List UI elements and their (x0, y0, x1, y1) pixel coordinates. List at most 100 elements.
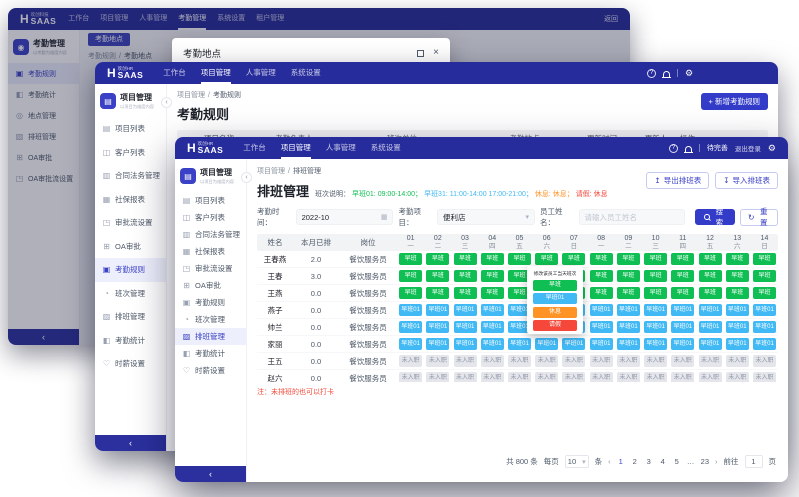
shift-chip[interactable]: 早班 (590, 287, 613, 299)
collapse-trigger-icon[interactable]: ‹ (241, 172, 252, 183)
nav-item[interactable]: 系统设置 (371, 137, 401, 159)
shift-chip[interactable]: 早班01 (454, 338, 477, 350)
shift-chip[interactable]: 未入职 (508, 355, 531, 367)
next-page-button[interactable]: › (715, 457, 718, 466)
shift-chip[interactable]: 早班 (590, 253, 613, 265)
shift-chip[interactable]: 早班01 (699, 338, 722, 350)
shift-chip[interactable]: 未入职 (590, 355, 613, 367)
sidebar-item[interactable]: ▣ 考勤规则 (175, 294, 246, 311)
shift-chip[interactable]: 早班01 (399, 304, 422, 316)
sidebar-item[interactable]: ◔ 班次管理 (175, 311, 246, 328)
page-number[interactable]: 4 (659, 457, 667, 466)
shift-chip[interactable]: 未入职 (644, 372, 667, 382)
shift-chip[interactable]: 未入职 (753, 372, 776, 382)
shift-chip[interactable]: 早班01 (644, 338, 667, 350)
shift-chip[interactable]: 早班 (481, 253, 504, 265)
shift-option[interactable]: 请假 (533, 320, 577, 331)
add-attendance-rule-button[interactable]: + 新增考勤规则 (701, 93, 768, 110)
shift-chip[interactable]: 早班 (399, 287, 422, 299)
app-logo[interactable]: H 欢创HR SAAS (187, 141, 223, 155)
shift-chip[interactable]: 早班01 (617, 321, 640, 333)
shift-chip[interactable]: 未入职 (671, 355, 694, 367)
close-icon[interactable]: × (433, 48, 439, 58)
shift-chip[interactable]: 早班01 (562, 338, 585, 350)
goto-page-input[interactable]: 1 (745, 455, 763, 468)
shift-chip[interactable]: 未入职 (644, 355, 667, 367)
shift-chip[interactable]: 早班01 (426, 304, 449, 316)
shift-chip[interactable]: 早班 (508, 253, 531, 265)
shift-chip[interactable]: 早班 (671, 287, 694, 299)
shift-chip[interactable]: 早班 (753, 253, 776, 265)
page-number[interactable]: 23 (701, 457, 709, 466)
nav-item[interactable]: 人事管理 (326, 137, 356, 159)
nav-item[interactable]: 项目管理 (201, 62, 231, 84)
shift-chip[interactable]: 未入职 (699, 355, 722, 367)
shift-chip[interactable]: 早班01 (671, 321, 694, 333)
shift-chip[interactable]: 未入职 (753, 355, 776, 367)
shift-chip[interactable]: 未入职 (481, 355, 504, 367)
shift-chip[interactable]: 早班01 (753, 304, 776, 316)
shift-chip[interactable]: 早班 (481, 270, 504, 282)
shift-chip[interactable]: 早班01 (481, 338, 504, 350)
shift-chip[interactable]: 早班 (454, 270, 477, 282)
shift-chip[interactable]: 早班01 (481, 321, 504, 333)
shift-chip[interactable]: 早班01 (590, 338, 613, 350)
import-schedule-button[interactable]: ↧ 导入排班表 (715, 172, 778, 189)
shift-chip[interactable]: 早班01 (644, 304, 667, 316)
shift-chip[interactable]: 早班01 (508, 338, 531, 350)
shift-chip[interactable]: 早班01 (426, 321, 449, 333)
shift-chip[interactable]: 早班 (617, 253, 640, 265)
shift-chip[interactable]: 早班 (454, 287, 477, 299)
page-number[interactable]: 1 (617, 457, 625, 466)
shift-option[interactable]: 早班01 (533, 293, 577, 304)
shift-chip[interactable]: 早班 (671, 270, 694, 282)
shift-chip[interactable]: 未入职 (562, 355, 585, 367)
shift-chip[interactable]: 早班01 (671, 338, 694, 350)
bell-icon[interactable] (663, 71, 670, 77)
sidebar-item[interactable]: ◳ 审批流设置 (95, 211, 166, 235)
shift-chip[interactable]: 早班01 (726, 338, 749, 350)
sidebar-item[interactable]: ▨ 排班管理 (175, 328, 246, 345)
shift-option[interactable]: 早班 (533, 280, 577, 291)
shift-chip[interactable]: 早班01 (535, 338, 558, 350)
sidebar-item[interactable]: ⊞ OA审批 (95, 235, 166, 259)
sidebar-item[interactable]: ♡ 时薪设置 (95, 352, 166, 376)
shift-chip[interactable]: 早班 (726, 253, 749, 265)
shift-chip[interactable]: 未入职 (699, 372, 722, 382)
shift-chip[interactable]: 未入职 (562, 372, 585, 382)
shift-chip[interactable]: 早班 (454, 253, 477, 265)
sidebar-item[interactable]: ▨ 排班管理 (95, 305, 166, 329)
shift-chip[interactable]: 早班01 (617, 304, 640, 316)
shift-chip[interactable]: 早班01 (699, 321, 722, 333)
shift-chip[interactable]: 早班 (426, 270, 449, 282)
collapse-sidebar-button[interactable]: ‹ (95, 435, 166, 451)
shift-chip[interactable]: 早班 (426, 253, 449, 265)
shift-chip[interactable]: 早班 (617, 287, 640, 299)
shift-chip[interactable]: 早班 (644, 287, 667, 299)
shift-chip[interactable]: 早班01 (399, 338, 422, 350)
shift-chip[interactable]: 早班 (699, 270, 722, 282)
sidebar-item[interactable]: ◧ 考勤统计 (95, 329, 166, 353)
shift-chip[interactable]: 早班 (671, 253, 694, 265)
shift-chip[interactable]: 早班01 (699, 304, 722, 316)
shift-chip[interactable]: 早班 (726, 287, 749, 299)
nav-item[interactable]: 工作台 (163, 62, 186, 84)
sidebar-item[interactable]: ▣ 考勤规则 (95, 258, 166, 282)
bell-icon[interactable] (685, 146, 692, 152)
sidebar-item[interactable]: ▥ 合同法务管理 (175, 226, 246, 243)
shift-chip[interactable]: 早班01 (671, 304, 694, 316)
shift-chip[interactable]: 未入职 (426, 372, 449, 382)
shift-chip[interactable]: 未入职 (481, 372, 504, 382)
shift-chip[interactable]: 早班 (562, 253, 585, 265)
shift-chip[interactable]: 未入职 (726, 372, 749, 382)
collapse-sidebar-button[interactable]: ‹ (175, 466, 246, 482)
nav-item[interactable]: 人事管理 (246, 62, 276, 84)
shift-chip[interactable]: 未入职 (590, 372, 613, 382)
shift-chip[interactable]: 早班 (699, 287, 722, 299)
search-button[interactable]: 搜索 (695, 209, 734, 225)
logout-link[interactable]: 退出登录 (735, 143, 761, 153)
sidebar-item[interactable]: ◫ 客户列表 (175, 209, 246, 226)
shift-chip[interactable]: 早班 (481, 287, 504, 299)
shift-chip[interactable]: 未入职 (399, 372, 422, 382)
shift-chip[interactable]: 早班 (644, 270, 667, 282)
